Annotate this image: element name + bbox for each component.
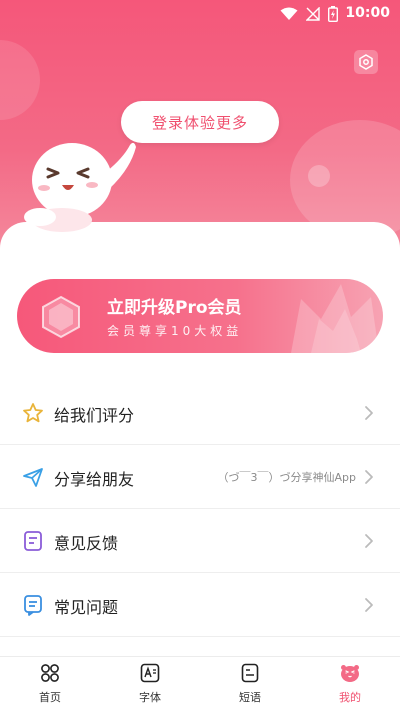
pro-badge-icon — [42, 295, 80, 339]
menu-item-feedback[interactable]: 意见反馈 — [0, 509, 400, 573]
pro-banner-subtitle: 会员尊享10大权益 — [107, 324, 243, 338]
star-icon — [23, 403, 43, 423]
no-signal-icon — [306, 7, 320, 21]
crown-decoration-icon — [291, 284, 379, 353]
menu-item-label: 意见反馈 — [54, 534, 119, 553]
tab-mine[interactable]: 我的 — [300, 657, 400, 710]
font-icon — [140, 663, 160, 683]
mascot-illustration — [24, 142, 136, 232]
battery-charging-icon — [328, 6, 338, 22]
settings-hexagon-icon — [359, 54, 373, 70]
status-bar: 10:00 — [0, 0, 400, 28]
mine-avatar-icon — [341, 665, 359, 682]
chevron-right-icon — [365, 598, 373, 612]
paper-plane-icon — [23, 468, 43, 487]
menu-item-label: 常见问题 — [54, 598, 119, 617]
chevron-right-icon — [365, 406, 373, 420]
tab-label: 短语 — [239, 691, 261, 704]
menu-item-rate[interactable]: 给我们评分 — [0, 381, 400, 445]
menu-item-label: 给我们评分 — [54, 406, 135, 425]
status-time: 10:00 — [345, 5, 390, 21]
decor-bubble — [0, 40, 40, 120]
menu-item-share[interactable]: 分享给朋友 （づ￣3￣）づ分享神仙App — [0, 445, 400, 509]
share-hint-text: （づ￣3￣）づ分享神仙App — [217, 471, 357, 484]
settings-button[interactable] — [354, 50, 378, 74]
tab-label: 字体 — [139, 691, 161, 704]
decor-bubble — [308, 165, 330, 187]
wifi-icon — [280, 7, 298, 20]
login-button[interactable]: 登录体验更多 — [121, 101, 279, 143]
pro-banner-title: 立即升级Pro会员 — [107, 298, 242, 318]
phrase-icon — [241, 663, 259, 683]
chevron-right-icon — [365, 470, 373, 484]
home-grid-icon — [41, 664, 59, 682]
status-icons — [280, 6, 338, 22]
menu-item-label: 分享给朋友 — [54, 470, 135, 489]
tab-font[interactable]: 字体 — [100, 657, 200, 710]
tab-label: 我的 — [339, 691, 361, 704]
pro-upgrade-banner[interactable]: 立即升级Pro会员 会员尊享10大权益 — [17, 279, 383, 353]
tab-phrase[interactable]: 短语 — [200, 657, 300, 710]
chevron-right-icon — [365, 534, 373, 548]
feedback-icon — [24, 531, 42, 551]
bottom-tab-bar: 首页 字体 短语 我的 — [0, 656, 400, 710]
menu-item-faq[interactable]: 常见问题 — [0, 573, 400, 637]
tab-home[interactable]: 首页 — [0, 657, 100, 710]
tab-label: 首页 — [39, 691, 61, 704]
faq-icon — [24, 595, 42, 616]
